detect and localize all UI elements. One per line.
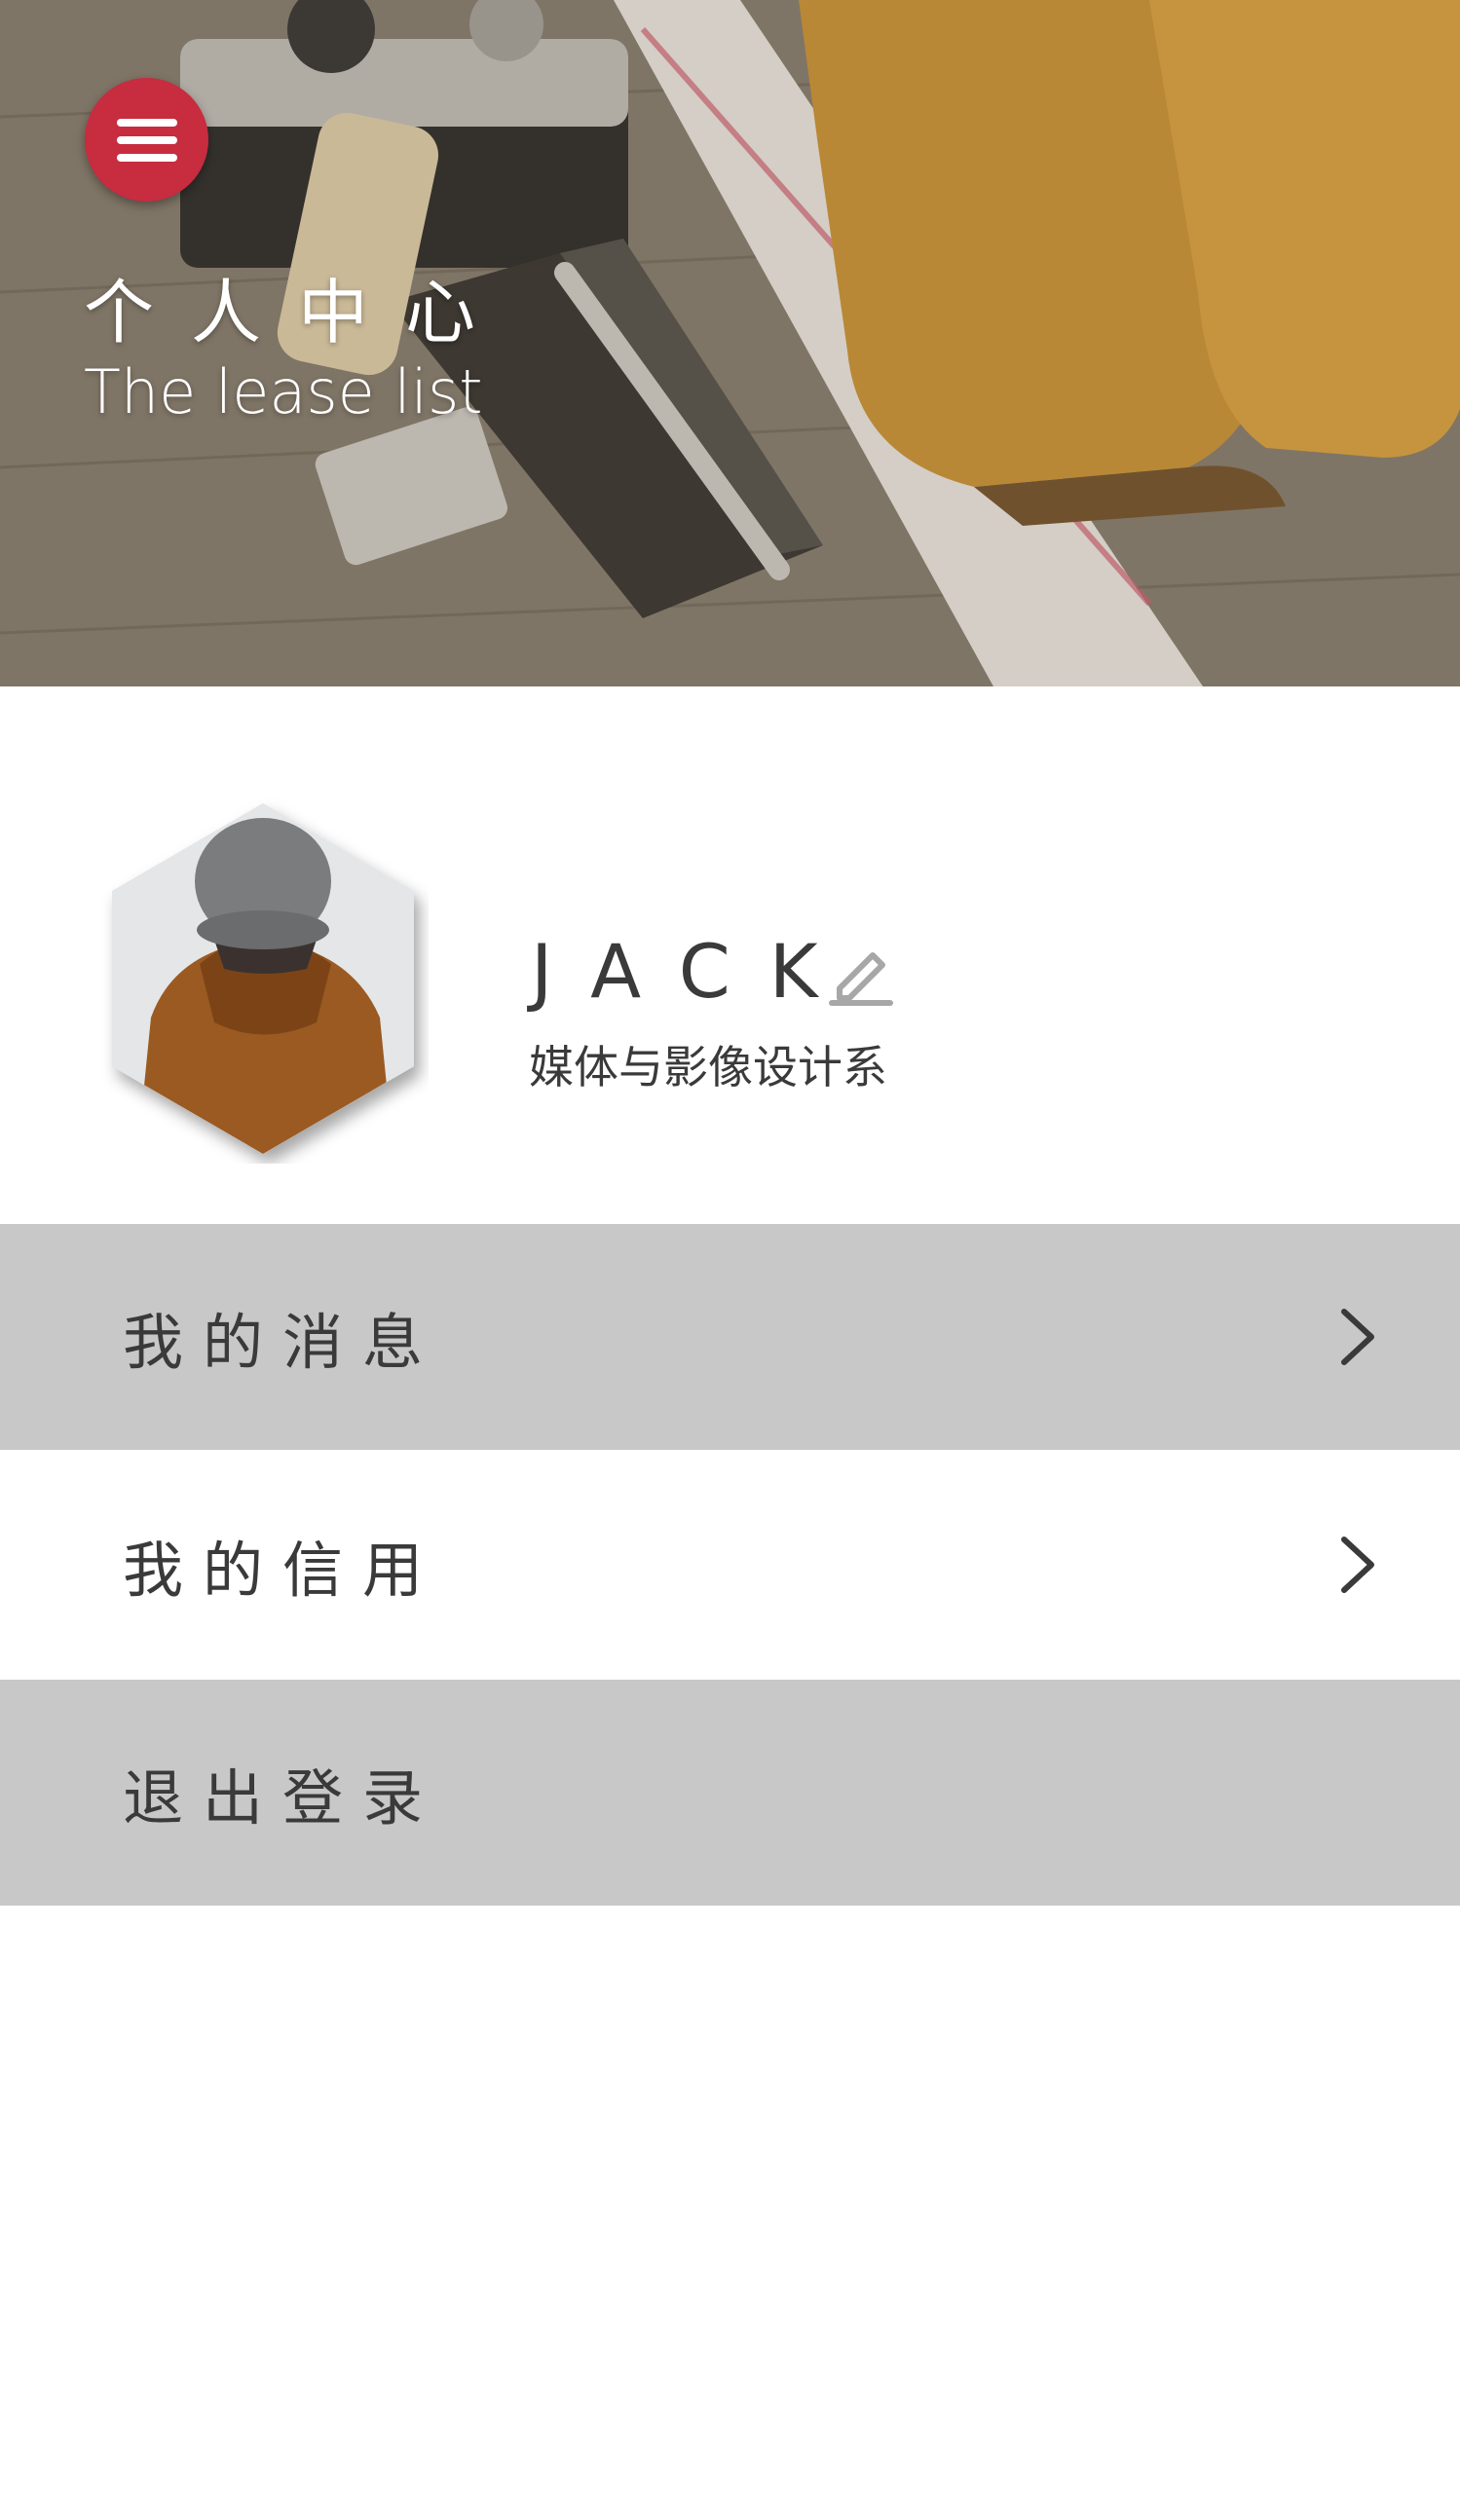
menu-button[interactable] xyxy=(85,78,208,202)
logout-button[interactable]: 退出登录 xyxy=(0,1680,1460,1906)
chevron-right-icon xyxy=(1341,1537,1374,1593)
user-name: JACK xyxy=(531,928,857,1015)
logout-label: 退出登录 xyxy=(123,1762,443,1834)
pencil-edit-icon[interactable] xyxy=(826,938,896,1008)
my-credit-label: 我的信用 xyxy=(123,1535,443,1606)
chevron-right-icon xyxy=(1341,1309,1374,1365)
hero-banner: 个人中心 The lease list xyxy=(0,0,1460,686)
avatar[interactable] xyxy=(97,794,429,1164)
page-title: 个人中心 xyxy=(84,272,513,353)
hamburger-menu-icon xyxy=(116,118,177,162)
my-messages-item[interactable]: 我的消息 xyxy=(0,1224,1460,1450)
user-department: 媒体与影像设计系 xyxy=(529,1041,887,1093)
page-subtitle: The lease list xyxy=(84,356,483,427)
profile-card: JACK 媒体与影像设计系 xyxy=(0,686,1460,1224)
my-credit-item[interactable]: 我的信用 xyxy=(0,1450,1460,1680)
my-messages-label: 我的消息 xyxy=(123,1307,443,1378)
